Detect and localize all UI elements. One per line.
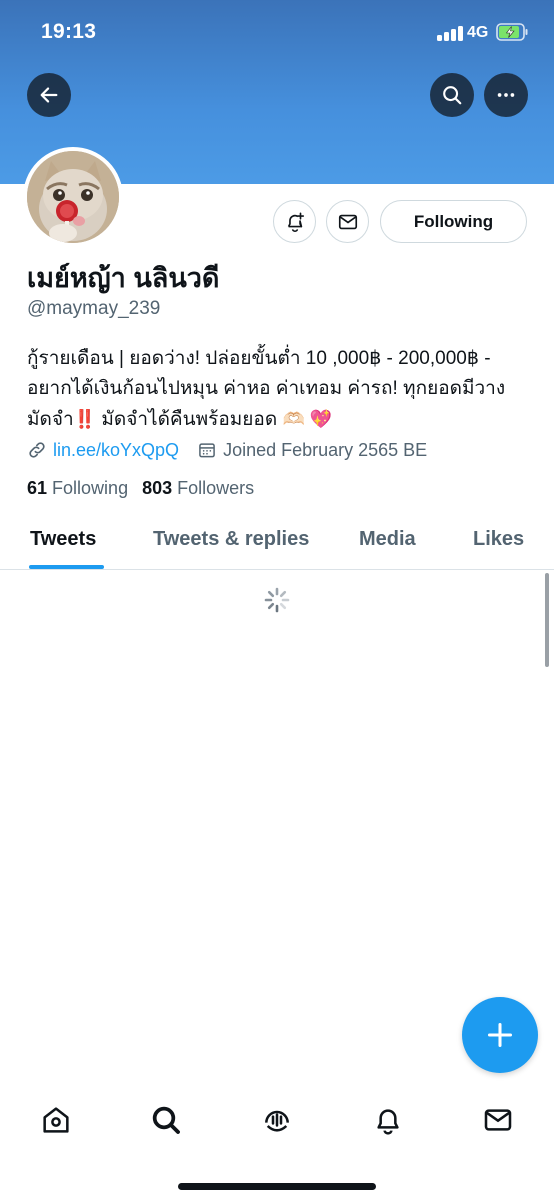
more-button[interactable] bbox=[484, 73, 528, 117]
bottom-navigation bbox=[0, 1088, 554, 1200]
display-name: เมย์หญ้า นลินวดี bbox=[27, 263, 220, 293]
cat-avatar-image bbox=[27, 151, 119, 243]
search-button[interactable] bbox=[430, 73, 474, 117]
followers-label: Followers bbox=[177, 478, 255, 498]
signal-icon bbox=[437, 25, 463, 41]
tab-likes[interactable]: Likes bbox=[473, 528, 524, 551]
nav-messages[interactable] bbox=[480, 1102, 516, 1138]
link-icon bbox=[29, 442, 45, 458]
plus-icon bbox=[487, 1022, 513, 1048]
compose-tweet-button[interactable] bbox=[462, 997, 538, 1073]
mail-icon bbox=[338, 214, 357, 229]
profile-bio: กู้รายเดือน | ยอดว่าง! ปล่อยขั้นต่ำ 10 ,… bbox=[27, 344, 527, 435]
profile-meta: lin.ee/koYxQpQ Joined February 2565 BE bbox=[27, 438, 427, 462]
scrollbar[interactable] bbox=[545, 573, 549, 667]
tab-media[interactable]: Media bbox=[359, 528, 416, 551]
home-indicator bbox=[178, 1183, 376, 1190]
avatar[interactable] bbox=[23, 147, 123, 247]
nav-search[interactable] bbox=[148, 1102, 184, 1138]
joined-date: Joined February 2565 BE bbox=[223, 439, 428, 460]
messages-icon bbox=[484, 1109, 512, 1131]
search-icon bbox=[443, 86, 462, 105]
battery-icon bbox=[496, 23, 528, 41]
followers-count-link[interactable]: 803 Followers bbox=[142, 478, 254, 499]
network-type: 4G bbox=[467, 24, 489, 41]
followers-count: 803 bbox=[142, 478, 173, 498]
bio-emoji-exclamation: ‼️ bbox=[73, 409, 97, 429]
arrow-left-icon bbox=[40, 87, 58, 103]
search-icon bbox=[152, 1106, 180, 1134]
following-count-link[interactable]: 61 Following bbox=[27, 478, 128, 499]
status-bar: 19:13 4G bbox=[0, 0, 554, 66]
back-button[interactable] bbox=[27, 73, 71, 117]
active-tab-indicator bbox=[29, 565, 104, 569]
following-count: 61 bbox=[27, 478, 48, 498]
following-label: Following bbox=[52, 478, 129, 498]
message-button[interactable] bbox=[326, 200, 369, 243]
bell-plus-icon bbox=[287, 211, 304, 232]
notifications-icon bbox=[377, 1109, 399, 1135]
profile-link[interactable]: lin.ee/koYxQpQ bbox=[53, 440, 179, 461]
following-button[interactable]: Following bbox=[380, 200, 527, 243]
nav-notifications[interactable] bbox=[370, 1102, 406, 1138]
spaces-icon bbox=[265, 1110, 289, 1132]
bio-emoji-hearts: 🫶🏻 💖 bbox=[282, 409, 333, 429]
notifications-button[interactable] bbox=[273, 200, 316, 243]
loading-spinner-icon bbox=[264, 587, 290, 613]
tab-tweets-replies[interactable]: Tweets & replies bbox=[153, 528, 309, 551]
nav-home[interactable] bbox=[38, 1102, 74, 1138]
status-time: 19:13 bbox=[41, 20, 97, 43]
follow-counts: 61 Following 803 Followers bbox=[27, 478, 254, 499]
profile-tabs: Tweets Tweets & replies Media Likes bbox=[0, 514, 554, 570]
tab-tweets[interactable]: Tweets bbox=[30, 528, 96, 551]
calendar-icon bbox=[199, 443, 215, 458]
user-handle: @maymay_239 bbox=[27, 298, 161, 319]
home-icon bbox=[43, 1107, 69, 1133]
bio-text-2: มัดจำได้คืนพร้อมยอด bbox=[96, 409, 283, 430]
nav-spaces[interactable] bbox=[259, 1102, 295, 1138]
more-horizontal-icon bbox=[497, 93, 515, 97]
